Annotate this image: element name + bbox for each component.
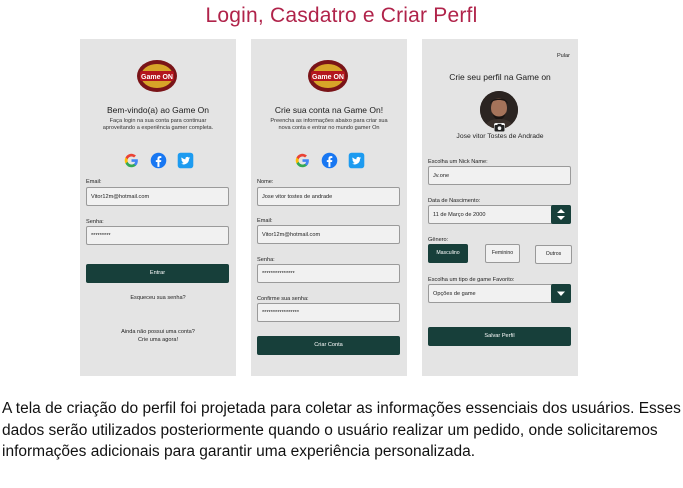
twitter-icon[interactable] [348,152,365,169]
game-on-logo-icon: Game ON [137,60,177,92]
login-subtext: Faça login na sua conta para continuar a… [102,118,214,132]
confirm-password-label: Confirme sua senha: [257,296,309,302]
svg-text:Game ON: Game ON [141,74,173,81]
email-field[interactable]: Vitor12m@hotmail.com [257,225,400,244]
save-profile-button[interactable]: Salvar Perfil [428,327,571,346]
profile-screen: Pular Crie seu perfil na Game on Jose vi… [422,39,578,376]
email-label: Email: [86,179,102,185]
login-heading: Bem-vindo(a) ao Game On [106,105,210,115]
gender-option-masculino[interactable]: Masculino [428,244,468,263]
facebook-icon[interactable] [321,152,338,169]
register-subtext: Preencha as informações abaixo para cria… [270,118,388,132]
up-down-arrows-icon [557,209,565,220]
user-name: Jose vitor Tostes de Andrade [456,133,544,140]
game-on-logo-icon: Game ON [308,60,348,92]
svg-text:Game ON: Game ON [312,74,344,81]
password-field[interactable]: ********* [86,226,229,245]
password-label: Senha: [257,257,275,263]
google-icon[interactable] [123,152,140,169]
register-screen: Game ON Crie sua conta na Game On! Preen… [251,39,407,376]
chevron-down-icon [557,291,565,296]
birth-date-field[interactable]: 11 de Março de 2000 [428,205,571,224]
camera-icon[interactable] [494,123,505,132]
gender-option-outros[interactable]: Outros [535,245,572,264]
email-field[interactable]: Vitor12m@hotmail.com [86,187,229,206]
gender-label: Gênero: [428,237,449,243]
social-login-row [123,152,195,170]
create-account-button[interactable]: Criar Conta [257,336,400,355]
facebook-icon[interactable] [150,152,167,169]
birth-date-label: Data de Nascimento: [428,198,481,204]
twitter-icon[interactable] [177,152,194,169]
gender-option-feminino[interactable]: Feminino [485,244,520,263]
google-icon[interactable] [294,152,311,169]
nick-label: Escolha um Nick Name: [428,159,488,165]
skip-link[interactable]: Pular [557,53,570,59]
page-title: Login, Casdatro e Criar Perfl [205,4,478,27]
create-account-link[interactable]: Crie uma agora! [80,337,236,345]
name-label: Nome: [257,179,274,185]
game-type-dropdown-button[interactable] [551,284,571,303]
profile-heading: Crie seu perfil na Game on [449,72,551,82]
forgot-password-link[interactable]: Esqueceu sua senha? [80,295,236,303]
confirm-password-field[interactable]: ***************** [257,303,400,322]
email-label: Email: [257,218,273,224]
description-caption: A tela de criação do perfil foi projetad… [2,400,681,461]
nick-field[interactable]: Jv.one [428,166,571,185]
login-button[interactable]: Entrar [86,264,229,283]
password-field[interactable]: *************** [257,264,400,283]
login-screen: Game ON Bem-vindo(a) ao Game On Faça log… [80,39,236,376]
game-type-select[interactable]: Opções de game [428,284,571,303]
social-login-row [294,152,366,170]
password-label: Senha: [86,219,104,225]
no-account-text: Ainda não possui uma conta? [121,329,195,335]
register-heading: Crie sua conta na Game On! [274,105,384,115]
date-stepper-button[interactable] [551,205,571,224]
game-type-label: Escolha um tipo de game Favorito: [428,277,515,283]
name-field[interactable]: Jose vitor tostes de andrade [257,187,400,206]
